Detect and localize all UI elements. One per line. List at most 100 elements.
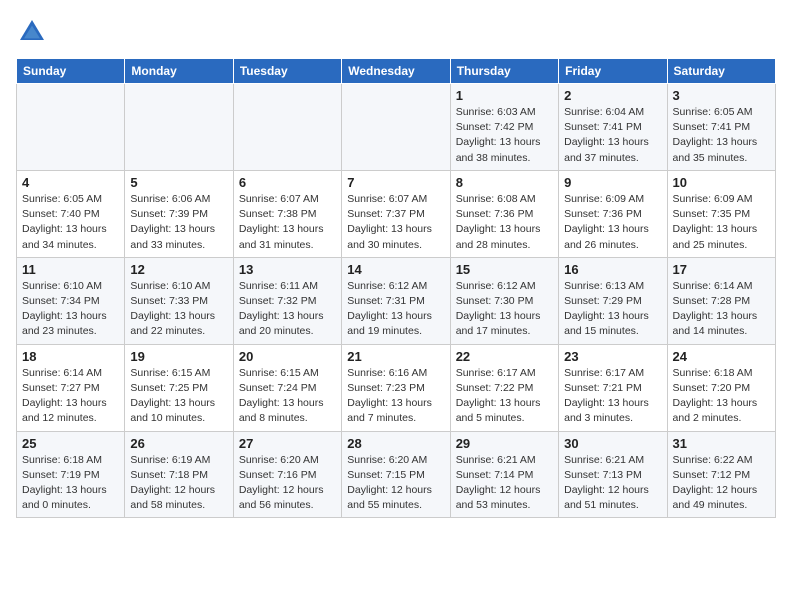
day-number: 12 xyxy=(130,262,227,277)
day-info: Sunrise: 6:14 AM Sunset: 7:27 PM Dayligh… xyxy=(22,366,119,427)
day-number: 9 xyxy=(564,175,661,190)
logo-icon xyxy=(16,16,48,48)
day-number: 18 xyxy=(22,349,119,364)
calendar-day-cell: 21 Sunrise: 6:16 AM Sunset: 7:23 PM Dayli… xyxy=(342,344,450,431)
calendar-day-cell: 23 Sunrise: 6:17 AM Sunset: 7:21 PM Dayli… xyxy=(559,344,667,431)
calendar-day-cell: 20 Sunrise: 6:15 AM Sunset: 7:24 PM Dayli… xyxy=(233,344,341,431)
calendar-week-row: 1Sunrise: 6:03 AM Sunset: 7:42 PM Daylig… xyxy=(17,84,776,171)
day-info: Sunrise: 6:07 AM Sunset: 7:38 PM Dayligh… xyxy=(239,192,336,253)
day-number: 5 xyxy=(130,175,227,190)
calendar-day-cell: 4 Sunrise: 6:05 AM Sunset: 7:40 PM Daylig… xyxy=(17,170,125,257)
calendar-day-cell: 7 Sunrise: 6:07 AM Sunset: 7:37 PM Daylig… xyxy=(342,170,450,257)
calendar-day-cell: 1Sunrise: 6:03 AM Sunset: 7:42 PM Daylig… xyxy=(450,84,558,171)
calendar-day-cell: 5 Sunrise: 6:06 AM Sunset: 7:39 PM Daylig… xyxy=(125,170,233,257)
day-info: Sunrise: 6:17 AM Sunset: 7:21 PM Dayligh… xyxy=(564,366,661,427)
calendar-day-cell: 26 Sunrise: 6:19 AM Sunset: 7:18 PM Dayli… xyxy=(125,431,233,518)
day-info: Sunrise: 6:20 AM Sunset: 7:15 PM Dayligh… xyxy=(347,453,444,514)
day-number: 15 xyxy=(456,262,553,277)
day-number: 14 xyxy=(347,262,444,277)
calendar-day-cell: 31 Sunrise: 6:22 AM Sunset: 7:12 PM Dayli… xyxy=(667,431,775,518)
calendar-day-cell: 8 Sunrise: 6:08 AM Sunset: 7:36 PM Daylig… xyxy=(450,170,558,257)
day-info: Sunrise: 6:04 AM Sunset: 7:41 PM Dayligh… xyxy=(564,105,661,166)
day-number: 4 xyxy=(22,175,119,190)
day-info: Sunrise: 6:11 AM Sunset: 7:32 PM Dayligh… xyxy=(239,279,336,340)
day-info: Sunrise: 6:22 AM Sunset: 7:12 PM Dayligh… xyxy=(673,453,770,514)
day-info: Sunrise: 6:07 AM Sunset: 7:37 PM Dayligh… xyxy=(347,192,444,253)
calendar-day-cell: 13Sunrise: 6:11 AM Sunset: 7:32 PM Dayli… xyxy=(233,257,341,344)
calendar-day-cell: 6 Sunrise: 6:07 AM Sunset: 7:38 PM Daylig… xyxy=(233,170,341,257)
calendar-day-cell: 2 Sunrise: 6:04 AM Sunset: 7:41 PM Daylig… xyxy=(559,84,667,171)
day-info: Sunrise: 6:10 AM Sunset: 7:34 PM Dayligh… xyxy=(22,279,119,340)
weekday-header: Saturday xyxy=(667,59,775,84)
day-number: 24 xyxy=(673,349,770,364)
calendar-day-cell: 11 Sunrise: 6:10 AM Sunset: 7:34 PM Dayli… xyxy=(17,257,125,344)
calendar-day-cell: 17 Sunrise: 6:14 AM Sunset: 7:28 PM Dayli… xyxy=(667,257,775,344)
calendar-day-cell: 15 Sunrise: 6:12 AM Sunset: 7:30 PM Dayli… xyxy=(450,257,558,344)
day-number: 3 xyxy=(673,88,770,103)
day-number: 31 xyxy=(673,436,770,451)
calendar-day-cell: 3Sunrise: 6:05 AM Sunset: 7:41 PM Daylig… xyxy=(667,84,775,171)
calendar-day-cell: 25 Sunrise: 6:18 AM Sunset: 7:19 PM Dayli… xyxy=(17,431,125,518)
day-number: 8 xyxy=(456,175,553,190)
calendar-day-cell xyxy=(125,84,233,171)
day-number: 1 xyxy=(456,88,553,103)
calendar-day-cell: 19 Sunrise: 6:15 AM Sunset: 7:25 PM Dayli… xyxy=(125,344,233,431)
day-info: Sunrise: 6:14 AM Sunset: 7:28 PM Dayligh… xyxy=(673,279,770,340)
weekday-header: Friday xyxy=(559,59,667,84)
day-info: Sunrise: 6:21 AM Sunset: 7:13 PM Dayligh… xyxy=(564,453,661,514)
day-number: 22 xyxy=(456,349,553,364)
day-info: Sunrise: 6:06 AM Sunset: 7:39 PM Dayligh… xyxy=(130,192,227,253)
day-number: 29 xyxy=(456,436,553,451)
calendar-day-cell xyxy=(342,84,450,171)
day-info: Sunrise: 6:09 AM Sunset: 7:35 PM Dayligh… xyxy=(673,192,770,253)
day-number: 27 xyxy=(239,436,336,451)
day-info: Sunrise: 6:18 AM Sunset: 7:19 PM Dayligh… xyxy=(22,453,119,514)
weekday-header: Tuesday xyxy=(233,59,341,84)
day-info: Sunrise: 6:05 AM Sunset: 7:40 PM Dayligh… xyxy=(22,192,119,253)
day-number: 25 xyxy=(22,436,119,451)
day-number: 23 xyxy=(564,349,661,364)
day-info: Sunrise: 6:19 AM Sunset: 7:18 PM Dayligh… xyxy=(130,453,227,514)
day-number: 7 xyxy=(347,175,444,190)
calendar-day-cell: 28 Sunrise: 6:20 AM Sunset: 7:15 PM Dayli… xyxy=(342,431,450,518)
day-number: 16 xyxy=(564,262,661,277)
calendar-day-cell: 10Sunrise: 6:09 AM Sunset: 7:35 PM Dayli… xyxy=(667,170,775,257)
calendar-week-row: 25 Sunrise: 6:18 AM Sunset: 7:19 PM Dayli… xyxy=(17,431,776,518)
day-info: Sunrise: 6:15 AM Sunset: 7:24 PM Dayligh… xyxy=(239,366,336,427)
day-number: 28 xyxy=(347,436,444,451)
page-header xyxy=(16,16,776,48)
logo xyxy=(16,16,52,48)
day-info: Sunrise: 6:10 AM Sunset: 7:33 PM Dayligh… xyxy=(130,279,227,340)
day-info: Sunrise: 6:18 AM Sunset: 7:20 PM Dayligh… xyxy=(673,366,770,427)
calendar-day-cell: 14 Sunrise: 6:12 AM Sunset: 7:31 PM Dayli… xyxy=(342,257,450,344)
day-info: Sunrise: 6:08 AM Sunset: 7:36 PM Dayligh… xyxy=(456,192,553,253)
weekday-header: Thursday xyxy=(450,59,558,84)
day-number: 19 xyxy=(130,349,227,364)
day-number: 17 xyxy=(673,262,770,277)
day-number: 20 xyxy=(239,349,336,364)
day-info: Sunrise: 6:16 AM Sunset: 7:23 PM Dayligh… xyxy=(347,366,444,427)
day-info: Sunrise: 6:21 AM Sunset: 7:14 PM Dayligh… xyxy=(456,453,553,514)
day-number: 30 xyxy=(564,436,661,451)
calendar-day-cell xyxy=(233,84,341,171)
day-info: Sunrise: 6:17 AM Sunset: 7:22 PM Dayligh… xyxy=(456,366,553,427)
day-number: 2 xyxy=(564,88,661,103)
day-info: Sunrise: 6:12 AM Sunset: 7:30 PM Dayligh… xyxy=(456,279,553,340)
day-info: Sunrise: 6:13 AM Sunset: 7:29 PM Dayligh… xyxy=(564,279,661,340)
calendar-week-row: 18 Sunrise: 6:14 AM Sunset: 7:27 PM Dayli… xyxy=(17,344,776,431)
calendar-week-row: 11 Sunrise: 6:10 AM Sunset: 7:34 PM Dayli… xyxy=(17,257,776,344)
day-number: 11 xyxy=(22,262,119,277)
day-info: Sunrise: 6:15 AM Sunset: 7:25 PM Dayligh… xyxy=(130,366,227,427)
day-info: Sunrise: 6:20 AM Sunset: 7:16 PM Dayligh… xyxy=(239,453,336,514)
calendar-day-cell: 27 Sunrise: 6:20 AM Sunset: 7:16 PM Dayli… xyxy=(233,431,341,518)
day-number: 6 xyxy=(239,175,336,190)
weekday-header: Sunday xyxy=(17,59,125,84)
calendar-day-cell: 29 Sunrise: 6:21 AM Sunset: 7:14 PM Dayli… xyxy=(450,431,558,518)
day-number: 26 xyxy=(130,436,227,451)
day-info: Sunrise: 6:12 AM Sunset: 7:31 PM Dayligh… xyxy=(347,279,444,340)
calendar-header-row: SundayMondayTuesdayWednesdayThursdayFrid… xyxy=(17,59,776,84)
day-number: 21 xyxy=(347,349,444,364)
weekday-header: Wednesday xyxy=(342,59,450,84)
calendar-day-cell: 18 Sunrise: 6:14 AM Sunset: 7:27 PM Dayli… xyxy=(17,344,125,431)
calendar-day-cell xyxy=(17,84,125,171)
